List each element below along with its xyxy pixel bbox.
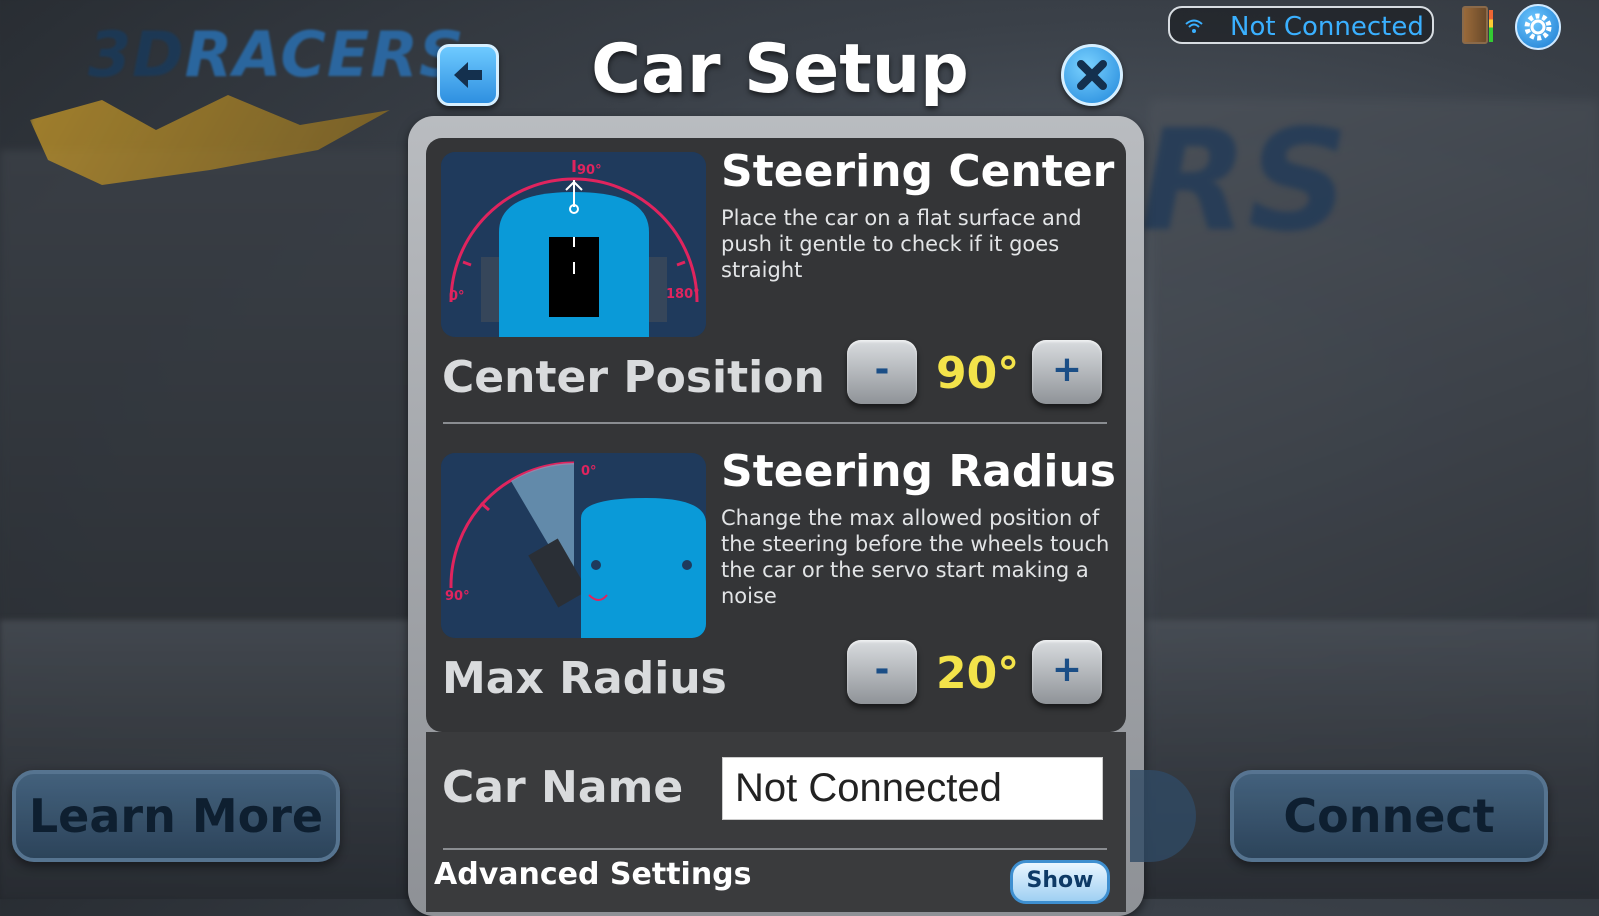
close-button[interactable] bbox=[1061, 44, 1123, 106]
section-divider bbox=[443, 422, 1107, 424]
max-radius-decrease-button[interactable]: - bbox=[847, 640, 917, 704]
steering-center-diagram: 90° 0° 180° bbox=[441, 152, 706, 337]
steering-radius-title: Steering Radius bbox=[721, 446, 1116, 497]
connect-button[interactable]: Connect bbox=[1230, 770, 1548, 862]
radius-gauge-label-top: 0° bbox=[581, 464, 597, 479]
steering-center-title: Steering Center bbox=[721, 146, 1115, 197]
gauge-label-left: 0° bbox=[449, 289, 465, 304]
advanced-settings-label: Advanced Settings bbox=[434, 857, 752, 892]
center-position-increase-button[interactable]: + bbox=[1032, 340, 1102, 404]
car-name-divider bbox=[443, 848, 1107, 850]
car-name-label: Car Name bbox=[442, 762, 684, 813]
close-icon bbox=[1077, 60, 1107, 90]
radius-gauge-label-left: 90° bbox=[445, 589, 470, 604]
connection-status: Not Connected bbox=[1168, 6, 1434, 44]
logo-text-racers: RACERS bbox=[184, 18, 465, 91]
background-big-text: RS bbox=[1140, 100, 1349, 263]
center-position-label: Center Position bbox=[442, 352, 825, 403]
steering-radius-description: Change the max allowed position of the s… bbox=[721, 506, 1110, 608]
steering-center-description: Place the car on a flat surface and push… bbox=[721, 206, 1082, 282]
steering-radius-illustration: 0° 90° bbox=[441, 453, 706, 638]
gauge-label-right: 180° bbox=[666, 287, 700, 302]
battery-icon bbox=[1462, 6, 1493, 44]
battery-level-bars bbox=[1489, 10, 1493, 42]
max-radius-increase-button[interactable]: + bbox=[1032, 640, 1102, 704]
settings-gear-button[interactable] bbox=[1515, 4, 1561, 50]
arrow-left-icon bbox=[454, 62, 482, 88]
learn-more-button[interactable]: Learn More bbox=[12, 770, 340, 862]
steering-radius-diagram: 0° 90° bbox=[441, 453, 706, 638]
logo-text-3d: 3D bbox=[88, 18, 185, 91]
page-title: Car Setup bbox=[591, 30, 969, 109]
back-button[interactable] bbox=[437, 44, 499, 106]
wifi-icon bbox=[1185, 19, 1203, 33]
center-position-decrease-button[interactable]: - bbox=[847, 340, 917, 404]
gauge-label-top: 90° bbox=[577, 163, 602, 178]
max-radius-label: Max Radius bbox=[442, 653, 727, 704]
car-name-input[interactable] bbox=[722, 757, 1103, 820]
connection-status-text: Not Connected bbox=[1230, 12, 1424, 42]
max-radius-value: 20° bbox=[936, 648, 1020, 699]
background-logo: 3DRACERS bbox=[88, 18, 465, 91]
center-position-value: 90° bbox=[936, 348, 1020, 399]
show-advanced-button[interactable]: Show bbox=[1010, 860, 1110, 904]
gear-icon bbox=[1524, 13, 1552, 41]
steering-center-illustration: 90° 0° 180° bbox=[441, 152, 706, 337]
